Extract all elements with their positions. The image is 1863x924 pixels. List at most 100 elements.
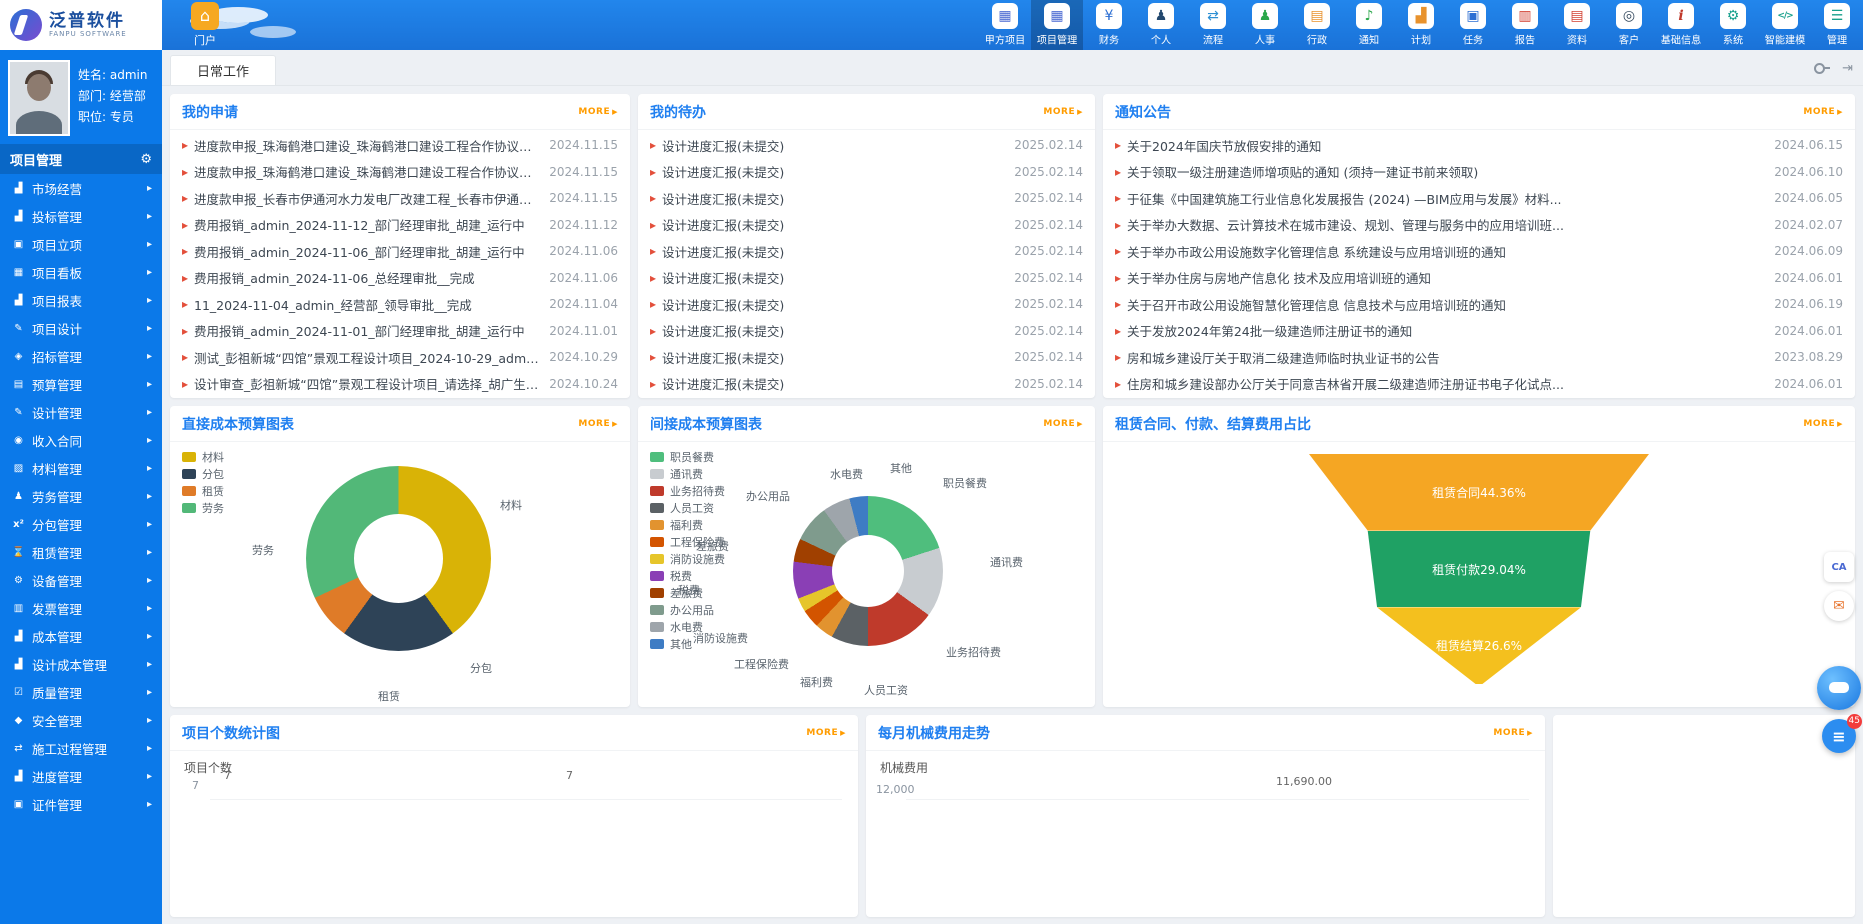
- more-link[interactable]: MORE: [1043, 419, 1083, 429]
- application-list-item[interactable]: 进度款申报_珠海鹤港口建设_珠海鹤港口建设工程合作协议书_admin_... 2…: [182, 132, 618, 159]
- topnav-item[interactable]: ◎ 客户: [1603, 0, 1655, 50]
- application-list-item[interactable]: 11_2024-11-04_admin_经营部_领导审批__完成 2024.11…: [182, 291, 618, 318]
- topnav-item[interactable]: ♟ 人事: [1239, 0, 1291, 50]
- direct-cost-donut-chart[interactable]: [306, 466, 491, 651]
- sidebar-item[interactable]: x² 分包管理: [0, 510, 162, 538]
- machinery-cost-chart[interactable]: 机械费用 12,000 11,690.00: [866, 751, 1545, 917]
- sidebar-section-header[interactable]: 项目管理 ⚙: [0, 144, 162, 174]
- indirect-cost-donut-chart[interactable]: [793, 496, 943, 646]
- legend-item[interactable]: 福利费: [650, 516, 725, 533]
- topnav-item[interactable]: ♪ 通知: [1343, 0, 1395, 50]
- sidebar-item[interactable]: ▟ 投标管理: [0, 202, 162, 230]
- legend-item[interactable]: 劳务: [182, 499, 224, 516]
- more-link[interactable]: MORE: [578, 107, 618, 117]
- todo-list-item[interactable]: 设计进度汇报(未提交) 2025.02.14: [650, 291, 1083, 318]
- sidebar-item[interactable]: ◈ 招标管理: [0, 342, 162, 370]
- sidebar-item[interactable]: ✎ 设计管理: [0, 398, 162, 426]
- sidebar-item[interactable]: ◉ 收入合同: [0, 426, 162, 454]
- legend-item[interactable]: 通讯费: [650, 465, 725, 482]
- notice-list-item[interactable]: 房和城乡建设厅关于取消二级建造师临时执业证书的公告 2023.08.29: [1115, 344, 1843, 371]
- sidebar-item[interactable]: ▦ 项目看板: [0, 258, 162, 286]
- topnav-item[interactable]: ⇄ 流程: [1187, 0, 1239, 50]
- notice-list-item[interactable]: 关于举办住房与房地产信息化 技术及应用培训班的通知 2024.06.01: [1115, 265, 1843, 292]
- legend-item[interactable]: 办公用品: [650, 601, 725, 618]
- topnav-item[interactable]: ☰ 管理: [1811, 0, 1863, 50]
- legend-item[interactable]: 职员餐费: [650, 448, 725, 465]
- topnav-item[interactable]: ▥ 报告: [1499, 0, 1551, 50]
- topnav-item[interactable]: ¥ 财务: [1083, 0, 1135, 50]
- legend-item[interactable]: 租赁: [182, 482, 224, 499]
- ca-widget[interactable]: CA: [1824, 552, 1854, 582]
- sidebar-item[interactable]: ⇄ 施工过程管理: [0, 734, 162, 762]
- legend-item[interactable]: 业务招待费: [650, 482, 725, 499]
- gear-icon[interactable]: ⚙: [140, 152, 152, 167]
- sidebar-item[interactable]: ▟ 项目报表: [0, 286, 162, 314]
- more-link[interactable]: MORE: [806, 728, 846, 738]
- topnav-item[interactable]: ▦ 甲方项目: [979, 0, 1031, 50]
- sidebar-item[interactable]: ▟ 市场经营: [0, 174, 162, 202]
- notice-list-item[interactable]: 关于发放2024年第24批一级建造师注册证书的通知 2024.06.01: [1115, 318, 1843, 345]
- todo-list-item[interactable]: 设计进度汇报(未提交) 2025.02.14: [650, 132, 1083, 159]
- todo-list-item[interactable]: 设计进度汇报(未提交) 2025.02.14: [650, 238, 1083, 265]
- application-list-item[interactable]: 费用报销_admin_2024-11-01_部门经理审批_胡建_运行中 2024…: [182, 318, 618, 345]
- notice-list-item[interactable]: 关于举办市政公用设施数字化管理信息 系统建设与应用培训班的通知 2024.06.…: [1115, 238, 1843, 265]
- project-count-chart[interactable]: 项目个数 7 7 7: [170, 751, 858, 917]
- sidebar-item[interactable]: ▟ 成本管理: [0, 622, 162, 650]
- more-link[interactable]: MORE: [1803, 419, 1843, 429]
- todo-list-item[interactable]: 设计进度汇报(未提交) 2025.02.14: [650, 212, 1083, 239]
- tab-daily-work[interactable]: 日常工作: [170, 55, 276, 85]
- application-list-item[interactable]: 测试_彭祖新城“四馆”景观工程设计项目_2024-10-29_admin_结束_…: [182, 344, 618, 371]
- sidebar-item[interactable]: ♟ 劳务管理: [0, 482, 162, 510]
- sidebar-item[interactable]: ▨ 材料管理: [0, 454, 162, 482]
- collapse-panel-icon[interactable]: [1842, 61, 1853, 76]
- sidebar-item[interactable]: ▥ 发票管理: [0, 594, 162, 622]
- sidebar-item[interactable]: ▣ 项目立项: [0, 230, 162, 258]
- todo-list-item[interactable]: 设计进度汇报(未提交) 2025.02.14: [650, 344, 1083, 371]
- application-list-item[interactable]: 费用报销_admin_2024-11-12_部门经理审批_胡建_运行中 2024…: [182, 212, 618, 239]
- application-list-item[interactable]: 进度款申报_珠海鹤港口建设_珠海鹤港口建设工程合作协议书_admin_... 2…: [182, 159, 618, 186]
- topnav-item[interactable]: ⚙ 系统: [1707, 0, 1759, 50]
- notice-list-item[interactable]: 住房和城乡建设部办公厅关于同意吉林省开展二级建造师注册证书电子化试点... 20…: [1115, 371, 1843, 398]
- todo-list-item[interactable]: 设计进度汇报(未提交) 2025.02.14: [650, 318, 1083, 345]
- sidebar-item[interactable]: ▟ 设计成本管理: [0, 650, 162, 678]
- notice-list-item[interactable]: 关于2024年国庆节放假安排的通知 2024.06.15: [1115, 132, 1843, 159]
- application-list-item[interactable]: 设计审查_彭祖新城“四馆”景观工程设计项目_请选择_胡广生_2024-10-2.…: [182, 371, 618, 398]
- sidebar-item[interactable]: ☑ 质量管理: [0, 678, 162, 706]
- sidebar-item[interactable]: ▤ 预算管理: [0, 370, 162, 398]
- todo-list-item[interactable]: 设计进度汇报(未提交) 2025.02.14: [650, 265, 1083, 292]
- topnav-item[interactable]: ▤ 行政: [1291, 0, 1343, 50]
- app-logo[interactable]: 泛普软件 FANPU SOFTWARE: [0, 0, 162, 50]
- notice-list-item[interactable]: 于征集《中国建筑施工行业信息化发展报告 (2024) —BIM应用与发展》材料.…: [1115, 185, 1843, 212]
- sidebar-item[interactable]: ▣ 证件管理: [0, 790, 162, 818]
- topnav-item[interactable]: i 基础信息: [1655, 0, 1707, 50]
- topnav-item[interactable]: ▣ 任务: [1447, 0, 1499, 50]
- chat-widget[interactable]: 45: [1822, 719, 1856, 753]
- topnav-item[interactable]: ▟ 计划: [1395, 0, 1447, 50]
- legend-item[interactable]: 分包: [182, 465, 224, 482]
- application-list-item[interactable]: 进度款申报_长春市伊通河水力发电厂改建工程_长春市伊通河水力发电... 2024…: [182, 185, 618, 212]
- more-link[interactable]: MORE: [1803, 107, 1843, 117]
- topnav-item[interactable]: ▦ 项目管理: [1031, 0, 1083, 50]
- sidebar-item[interactable]: ⚙ 设备管理: [0, 566, 162, 594]
- message-widget[interactable]: [1824, 591, 1854, 621]
- todo-list-item[interactable]: 设计进度汇报(未提交) 2025.02.14: [650, 371, 1083, 398]
- more-link[interactable]: MORE: [1493, 728, 1533, 738]
- sidebar-item[interactable]: ✎ 项目设计: [0, 314, 162, 342]
- todo-list-item[interactable]: 设计进度汇报(未提交) 2025.02.14: [650, 159, 1083, 186]
- more-link[interactable]: MORE: [1043, 107, 1083, 117]
- assistant-widget[interactable]: [1817, 666, 1861, 710]
- todo-list-item[interactable]: 设计进度汇报(未提交) 2025.02.14: [650, 185, 1083, 212]
- notice-list-item[interactable]: 关于举办大数据、云计算技术在城市建设、规划、管理与服务中的应用培训班... 20…: [1115, 212, 1843, 239]
- topnav-item[interactable]: ▤ 资料: [1551, 0, 1603, 50]
- sidebar-item[interactable]: ◆ 安全管理: [0, 706, 162, 734]
- application-list-item[interactable]: 费用报销_admin_2024-11-06_总经理审批__完成 2024.11.…: [182, 265, 618, 292]
- notice-list-item[interactable]: 关于领取一级注册建造师增项贴的通知 (须持一建证书前来领取) 2024.06.1…: [1115, 159, 1843, 186]
- legend-item[interactable]: 人员工资: [650, 499, 725, 516]
- legend-item[interactable]: 材料: [182, 448, 224, 465]
- more-link[interactable]: MORE: [578, 419, 618, 429]
- topnav-item-portal[interactable]: ⌂ 门户: [162, 0, 248, 50]
- application-list-item[interactable]: 费用报销_admin_2024-11-06_部门经理审批_胡建_运行中 2024…: [182, 238, 618, 265]
- rental-funnel-chart[interactable]: 租赁合同44.36%租赁付款29.04%租赁结算26.6%: [1309, 454, 1649, 684]
- notice-list-item[interactable]: 关于召开市政公用设施智慧化管理信息 信息技术与应用培训班的通知 2024.06.…: [1115, 291, 1843, 318]
- topnav-item[interactable]: </> 智能建模: [1759, 0, 1811, 50]
